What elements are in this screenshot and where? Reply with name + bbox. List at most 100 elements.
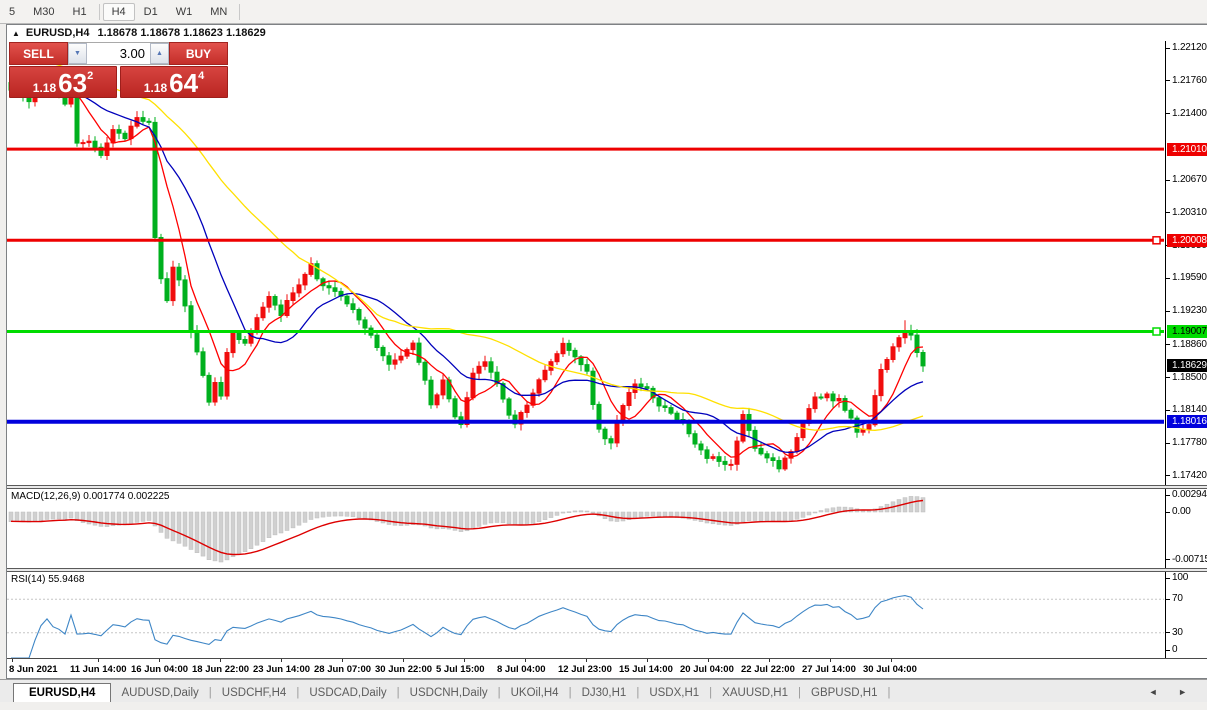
- bid-big-digits: 63: [58, 72, 87, 95]
- timeframe-button-w1[interactable]: W1: [167, 3, 202, 21]
- price-axis-label: 1.18860: [1172, 339, 1207, 350]
- time-axis-tick: [342, 659, 343, 662]
- price-level-badge: 1.21010: [1167, 143, 1207, 156]
- volume-increase-button[interactable]: ▲: [150, 43, 169, 64]
- price-axis-tick: [1166, 48, 1170, 49]
- chart-collapse-icon[interactable]: ▲: [12, 29, 20, 38]
- price-axis-label: 1.19230: [1172, 305, 1207, 316]
- time-axis-tick: [98, 659, 99, 662]
- hline-handle[interactable]: [1153, 328, 1160, 335]
- macd-axis-tick: [1166, 495, 1170, 496]
- time-axis-tick: [464, 659, 465, 662]
- macd-plot[interactable]: MACD(12,26,9) 0.001774 0.002225: [7, 489, 1166, 568]
- time-axis-tick: [12, 659, 13, 662]
- rsi-axis-tick: [1166, 650, 1170, 651]
- timeframe-toolbar: 5M30H1 H4D1W1MN: [0, 0, 1207, 24]
- price-axis-tick: [1166, 410, 1170, 411]
- tab-dj30-h1[interactable]: DJ30,H1: [572, 684, 637, 702]
- time-axis: 8 Jun 202111 Jun 14:0016 Jun 04:0018 Jun…: [7, 659, 1207, 678]
- timeframe-button-h4[interactable]: H4: [103, 3, 135, 21]
- macd-axis-label: 0.00: [1172, 506, 1191, 517]
- time-axis-label: 8 Jul 04:00: [497, 664, 546, 675]
- timeframe-button-h1[interactable]: H1: [64, 3, 96, 21]
- rsi-axis-label: 70: [1172, 593, 1183, 604]
- time-axis-label: 16 Jun 04:00: [131, 664, 188, 675]
- time-axis-label: 5 Jul 15:00: [436, 664, 485, 675]
- tab-scroll-left-icon[interactable]: ◄: [1149, 687, 1158, 697]
- rsi-panel-row: RSI(14) 55.9468 10070300: [7, 572, 1207, 659]
- price-axis-tick: [1166, 113, 1170, 114]
- rsi-plot[interactable]: RSI(14) 55.9468: [7, 572, 1166, 658]
- price-level-badge: 1.19007: [1167, 325, 1207, 338]
- timeframe-button-mn[interactable]: MN: [201, 3, 236, 21]
- tab-usdcnh-daily[interactable]: USDCNH,Daily: [400, 684, 498, 702]
- time-axis-tick: [586, 659, 587, 662]
- macd-axis-label: 0.002947: [1172, 489, 1207, 500]
- chart-ohlc-values: 1.18678 1.18678 1.18623 1.18629: [98, 27, 266, 39]
- time-axis-label: 18 Jun 22:00: [192, 664, 249, 675]
- macd-axis-tick: [1166, 512, 1170, 513]
- tab-usdx-h1[interactable]: USDX,H1: [639, 684, 709, 702]
- hline-handle[interactable]: [1153, 237, 1160, 244]
- timeframe-button-m30[interactable]: M30: [24, 3, 63, 21]
- symbol-tab-bar: EURUSD,H4AUDUSD,Daily|USDCHF,H4|USDCAD,D…: [0, 679, 1207, 702]
- time-axis-label: 11 Jun 14:00: [70, 664, 127, 675]
- ask-big-digits: 64: [169, 72, 198, 95]
- price-axis-label: 1.21400: [1172, 108, 1207, 119]
- price-axis-tick: [1166, 475, 1170, 476]
- price-axis-tick: [1166, 344, 1170, 345]
- time-axis-label: 30 Jul 04:00: [863, 664, 917, 675]
- bid-quote[interactable]: 1.18 63 2: [9, 66, 117, 98]
- tab-usdchf-h4[interactable]: USDCHF,H4: [212, 684, 297, 702]
- price-axis-label: 1.22120: [1172, 42, 1207, 53]
- toolbar-separator: [239, 4, 240, 20]
- macd-label: MACD(12,26,9) 0.001774 0.002225: [11, 491, 169, 502]
- current-price-badge: 1.18629: [1167, 359, 1207, 372]
- price-axis-label: 1.18140: [1172, 404, 1207, 415]
- buy-button[interactable]: BUY: [169, 42, 228, 65]
- volume-decrease-button[interactable]: ▼: [68, 43, 87, 64]
- rsi-axis-tick: [1166, 632, 1170, 633]
- tab-ukoil-h4[interactable]: UKOil,H4: [501, 684, 569, 702]
- ask-quote[interactable]: 1.18 64 4: [120, 66, 228, 98]
- time-axis-tick: [830, 659, 831, 662]
- volume-input[interactable]: [87, 43, 150, 64]
- price-axis-label: 1.20310: [1172, 207, 1207, 218]
- tab-scroll-right-icon[interactable]: ►: [1178, 687, 1187, 697]
- rsi-axis-label: 30: [1172, 627, 1183, 638]
- one-click-trading-widget: SELL ▼ ▲ BUY 1.18 63 2 1.18: [9, 42, 228, 98]
- sell-button[interactable]: SELL: [9, 42, 68, 65]
- price-axis-label: 1.18500: [1172, 372, 1207, 383]
- price-axis-label: 1.17780: [1172, 437, 1207, 448]
- price-axis-label: 1.19590: [1172, 272, 1207, 283]
- timeframe-button-5[interactable]: 5: [0, 3, 24, 21]
- price-axis-tick: [1166, 311, 1170, 312]
- tab-scroll-arrows: ◄ ►: [1131, 687, 1187, 697]
- tab-audusd-daily[interactable]: AUDUSD,Daily: [111, 684, 208, 702]
- tab-gbpusd-h1[interactable]: GBPUSD,H1: [801, 684, 887, 702]
- timeframe-button-d1[interactable]: D1: [135, 3, 167, 21]
- time-axis-tick: [647, 659, 648, 662]
- macd-axis-label: -0.00715: [1172, 554, 1207, 565]
- macd-axis: 0.002947 0.00 -0.00715: [1166, 489, 1207, 568]
- time-axis-label: 28 Jun 07:00: [314, 664, 371, 675]
- hline-1.19007[interactable]: [7, 328, 1164, 335]
- time-axis-label: 20 Jul 04:00: [680, 664, 734, 675]
- tab-xauusd-h1[interactable]: XAUUSD,H1: [712, 684, 798, 702]
- price-axis: 1.221201.217601.214001.206701.203101.199…: [1166, 41, 1207, 485]
- price-axis-tick: [1166, 443, 1170, 444]
- ask-prefix: 1.18: [144, 81, 167, 95]
- price-axis-tick: [1166, 377, 1170, 378]
- time-axis-label: 23 Jun 14:00: [253, 664, 310, 675]
- ask-pip-digit: 4: [198, 70, 204, 82]
- tab-eurusd-h4[interactable]: EURUSD,H4: [13, 683, 111, 702]
- rsi-axis-tick: [1166, 578, 1170, 579]
- price-axis-tick: [1166, 212, 1170, 213]
- rsi-axis-label: 100: [1172, 572, 1188, 583]
- chart-title-row: ▲ EURUSD,H4 1.18678 1.18678 1.18623 1.18…: [7, 25, 1207, 41]
- tab-usdcad-daily[interactable]: USDCAD,Daily: [299, 684, 396, 702]
- price-axis-label: 1.20670: [1172, 174, 1207, 185]
- price-axis-tick: [1166, 80, 1170, 81]
- toolbar-separator: [99, 4, 100, 20]
- main-plot[interactable]: SELL ▼ ▲ BUY 1.18 63 2 1.18: [7, 41, 1166, 485]
